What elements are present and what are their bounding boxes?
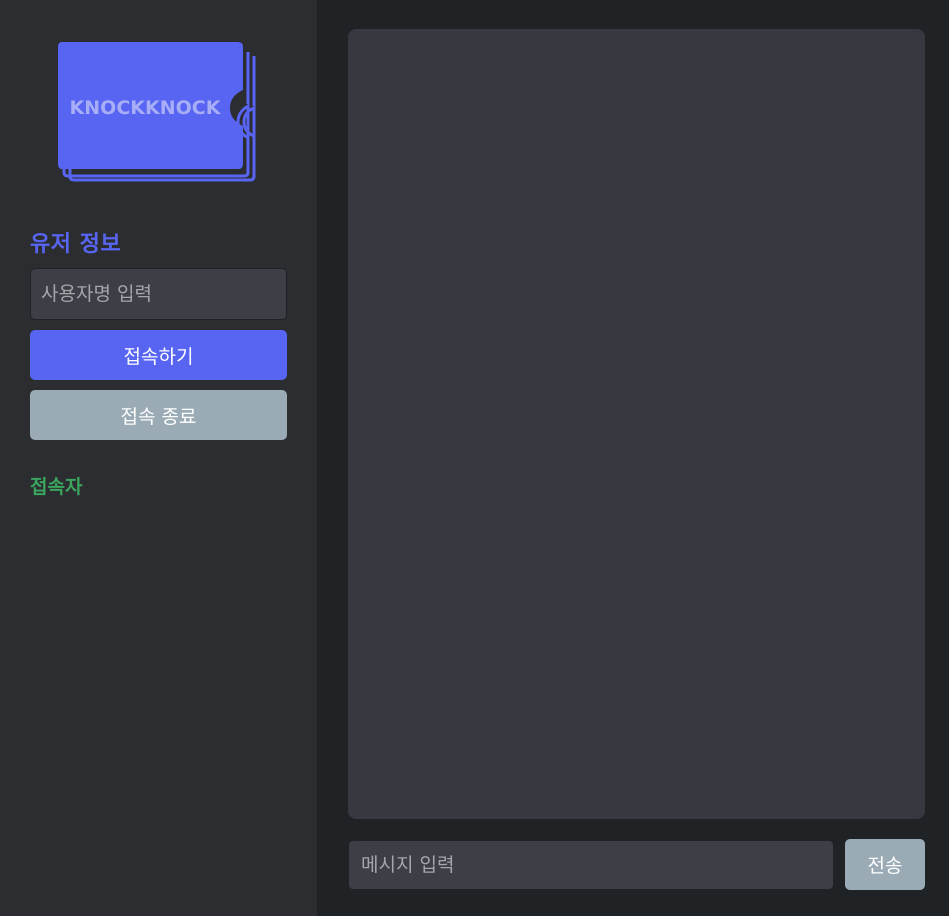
logo-text: KNOCKKNOCK	[70, 97, 222, 119]
message-input[interactable]	[348, 840, 834, 890]
send-button[interactable]: 전송	[845, 839, 925, 890]
connect-button[interactable]: 접속하기	[30, 330, 287, 380]
username-input[interactable]	[30, 268, 287, 320]
chat-messages-area[interactable]	[348, 29, 925, 819]
sidebar: KNOCKKNOCK 유저 정보 접속하기 접속 종료 접속자	[0, 0, 317, 916]
connected-users-title: 접속자	[30, 476, 83, 498]
user-info-title: 유저 정보	[30, 232, 122, 257]
disconnect-button[interactable]: 접속 종료	[30, 390, 287, 440]
app-window: KNOCKKNOCK 유저 정보 접속하기 접속 종료 접속자 전송	[0, 0, 949, 916]
knockknock-logo: KNOCKKNOCK	[58, 42, 256, 182]
